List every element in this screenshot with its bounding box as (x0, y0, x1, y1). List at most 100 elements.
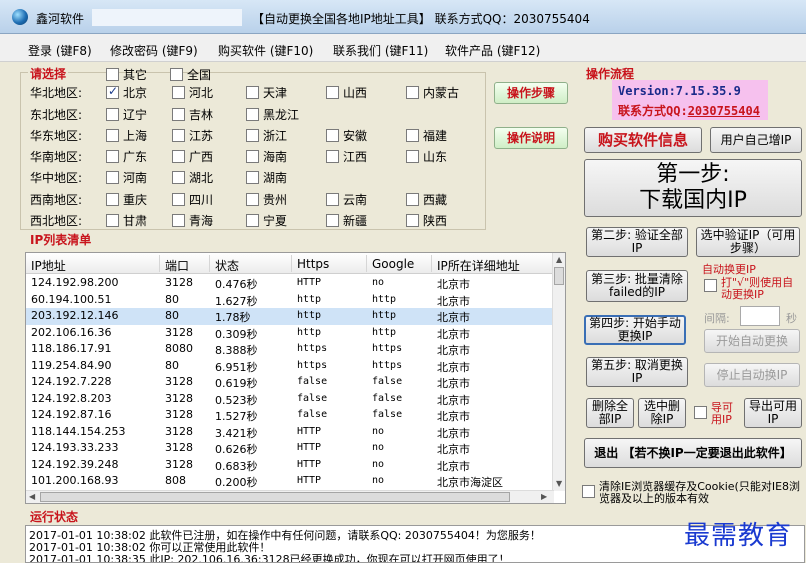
checkbox-qinghai[interactable]: 青海 (172, 212, 213, 229)
scroll-down-icon[interactable]: ▼ (556, 479, 562, 488)
checkbox-sichuan[interactable]: 四川 (172, 191, 213, 208)
col-google[interactable]: Google (372, 257, 414, 271)
operation-help-button[interactable]: 操作说明 (494, 127, 568, 149)
interval-label: 间隔: (704, 312, 730, 325)
checkbox-guangdong[interactable]: 广东 (106, 148, 147, 165)
checkbox-shanghai[interactable]: 上海 (106, 127, 147, 144)
verify-selected-ip-button[interactable]: 选中验证IP（可用步骤） (696, 227, 800, 257)
step5-cancel-change-button[interactable]: 第五步: 取消更换IP (586, 357, 688, 387)
interval-input[interactable] (740, 306, 780, 326)
checkbox-gansu[interactable]: 甘肃 (106, 212, 147, 229)
step1-download-ip-button[interactable]: 第一步: 下载国内IP (584, 159, 802, 217)
checkbox-chongqing[interactable]: 重庆 (106, 191, 147, 208)
checkbox-hunan[interactable]: 湖南 (246, 169, 287, 186)
checkbox-other[interactable]: 其它 (106, 66, 147, 83)
checkbox-jilin[interactable]: 吉林 (172, 106, 213, 123)
add-own-ip-button[interactable]: 用户自己增IP (710, 127, 802, 153)
cell-status: 0.200秒 (215, 476, 258, 489)
menu-software-products[interactable]: 软件产品 (键F12) (445, 42, 540, 59)
menu-bar: 登录 (键F8) 修改密码 (键F9) 购买软件 (键F10) 联系我们 (键F… (0, 34, 806, 62)
step2-verify-all-button[interactable]: 第二步: 验证全部IP (586, 227, 688, 257)
cell-ip: 124.192.98.200 (31, 276, 119, 289)
checkbox-jiangsu[interactable]: 江苏 (172, 127, 213, 144)
checkbox-henan[interactable]: 河南 (106, 169, 147, 186)
checkbox-shandong[interactable]: 山东 (406, 148, 447, 165)
cell-port: 80 (165, 309, 179, 322)
table-row[interactable]: 118.186.17.91 8080 8.388秒 https https 北京市 (26, 341, 554, 358)
checkbox-jiangxi[interactable]: 江西 (326, 148, 367, 165)
checkbox-yunnan[interactable]: 云南 (326, 191, 367, 208)
checkbox-beijing[interactable]: 北京 (106, 84, 147, 101)
col-https[interactable]: Https (297, 257, 329, 271)
checkbox-nationwide[interactable]: 全国 (170, 66, 211, 83)
vertical-scroll-thumb[interactable] (554, 267, 564, 285)
export-available-ip-button[interactable]: 导出可用IP (744, 398, 802, 428)
table-vertical-scrollbar[interactable]: ▲ ▼ (552, 253, 565, 491)
menu-change-password[interactable]: 修改密码 (键F9) (110, 42, 198, 59)
col-ip[interactable]: IP地址 (31, 257, 66, 274)
checkbox-tianjin[interactable]: 天津 (246, 84, 287, 101)
step4-manual-change-button[interactable]: 第四步: 开始手动更换IP (584, 315, 686, 345)
delete-all-ip-button[interactable]: 删除全部IP (586, 398, 634, 428)
col-status[interactable]: 状态 (215, 257, 239, 274)
cell-location: 北京市 (437, 344, 470, 357)
table-row[interactable]: 124.192.7.228 3128 0.619秒 false false 北京市 (26, 374, 554, 391)
checkbox-hubei[interactable]: 湖北 (172, 169, 213, 186)
checkbox-inner-mongolia[interactable]: 内蒙古 (406, 84, 459, 101)
horizontal-scroll-thumb[interactable] (40, 492, 510, 502)
table-row[interactable]: 60.194.100.51 80 1.627秒 http http 北京市 (26, 292, 554, 309)
checkbox-tibet[interactable]: 西藏 (406, 191, 447, 208)
checkbox-ningxia[interactable]: 宁夏 (246, 212, 287, 229)
auto-change-checkbox[interactable]: 打"√"则使用自动更换IP (704, 277, 804, 301)
cell-google: https (372, 343, 403, 354)
col-location[interactable]: IP所在详细地址 (437, 257, 520, 274)
checkbox-guizhou[interactable]: 贵州 (246, 191, 287, 208)
table-row[interactable]: 124.193.33.233 3128 0.626秒 HTTP no 北京市 (26, 440, 554, 457)
scroll-left-icon[interactable]: ◀ (29, 492, 35, 501)
table-row[interactable]: 124.192.98.200 3128 0.476秒 HTTP no 北京市 (26, 275, 554, 292)
watermark-text: 最需教育 (684, 521, 793, 551)
table-row[interactable]: 119.254.84.90 80 6.951秒 https https 北京市 (26, 358, 554, 375)
menu-buy-software[interactable]: 购买软件 (键F10) (218, 42, 313, 59)
menu-login[interactable]: 登录 (键F8) (28, 42, 92, 59)
exit-button[interactable]: 退出 【若不换IP一定要退出此软件】 (584, 438, 802, 468)
table-horizontal-scrollbar[interactable]: ◀ ▶ (26, 490, 554, 503)
stop-auto-change-button[interactable]: 停止自动换IP (704, 363, 800, 387)
checkbox-shanxi[interactable]: 山西 (326, 84, 367, 101)
checkbox-heilongjiang[interactable]: 黑龙江 (246, 106, 299, 123)
checkbox-xinjiang[interactable]: 新疆 (326, 212, 367, 229)
table-row[interactable]: 202.106.16.36 3128 0.309秒 http http 北京市 (26, 325, 554, 342)
start-auto-change-button[interactable]: 开始自动更换 (704, 329, 800, 353)
scroll-right-icon[interactable]: ▶ (541, 492, 547, 501)
clear-ie-cache-checkbox[interactable]: 清除IE浏览器缓存及Cookie(只能对IE8浏览器及以上的版本有效 (582, 481, 804, 505)
cell-https: http (297, 326, 322, 338)
menu-contact-us[interactable]: 联系我们 (键F11) (333, 42, 428, 59)
buy-software-info-button[interactable]: 购买软件信息 (584, 127, 702, 153)
checkbox-liaoning[interactable]: 辽宁 (106, 106, 147, 123)
table-row[interactable]: 124.192.39.248 3128 0.683秒 HTTP no 北京市 (26, 457, 554, 474)
checkbox-anhui[interactable]: 安徽 (326, 127, 367, 144)
table-row[interactable]: 124.192.8.203 3128 0.523秒 false false 北京市 (26, 391, 554, 408)
operation-steps-button[interactable]: 操作步骤 (494, 82, 568, 104)
table-row[interactable]: 118.144.154.253 3128 3.421秒 HTTP no 北京市 (26, 424, 554, 441)
status-line: 2017-01-01 10:38:35 此IP: 202.106.16.36:3… (29, 553, 510, 563)
step3-clear-failed-button[interactable]: 第三步: 批量清除failed的IP (586, 270, 688, 302)
cell-google: https (372, 359, 403, 371)
contact-qq-link[interactable]: 2030755404 (688, 104, 760, 118)
exportable-ip-checkbox[interactable]: 导可用IP (694, 402, 740, 426)
col-port[interactable]: 端口 (165, 257, 189, 274)
checkbox-zhejiang[interactable]: 浙江 (246, 127, 287, 144)
table-row[interactable]: 101.200.168.93 808 0.200秒 HTTP no 北京市海淀区 (26, 473, 554, 490)
delete-selected-ip-button[interactable]: 选中删除IP (638, 398, 686, 428)
scroll-up-icon[interactable]: ▲ (556, 255, 562, 264)
cell-status: 0.523秒 (215, 393, 258, 407)
table-row[interactable]: 203.192.12.146 80 1.78秒 http http 北京市 (26, 308, 554, 325)
checkbox-hebei[interactable]: 河北 (172, 84, 213, 101)
checkbox-hainan[interactable]: 海南 (246, 148, 287, 165)
checkbox-guangxi[interactable]: 广西 (172, 148, 213, 165)
checkbox-fujian[interactable]: 福建 (406, 127, 447, 144)
cell-google: http (372, 310, 397, 321)
checkbox-shaanxi[interactable]: 陕西 (406, 212, 447, 229)
table-row[interactable]: 124.192.87.16 3128 1.527秒 false false 北京市 (26, 407, 554, 424)
cell-port: 3128 (165, 325, 193, 339)
